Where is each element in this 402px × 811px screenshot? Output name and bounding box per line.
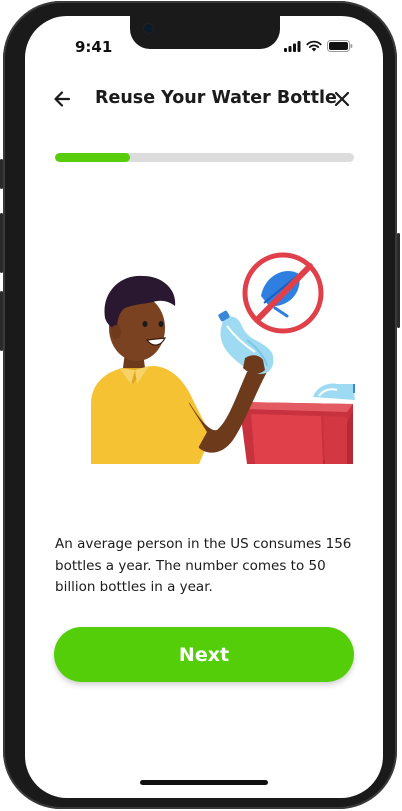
no-leaf-sign (242, 252, 324, 334)
close-button[interactable] (331, 88, 353, 110)
fact-text: An average person in the US consumes 156… (55, 536, 352, 595)
close-icon (334, 91, 350, 107)
side-button-mute (0, 159, 3, 189)
battery-icon (327, 40, 353, 52)
app-screen: 9:41 Reuse Your Water Bottle An average … (25, 16, 383, 798)
status-icons (284, 40, 353, 52)
front-camera (144, 24, 153, 33)
status-time: 9:41 (75, 38, 113, 56)
progress-bar (55, 153, 354, 162)
person (91, 275, 267, 464)
header: Reuse Your Water Bottle (25, 86, 383, 112)
phone-frame: 9:41 Reuse Your Water Bottle An average … (0, 1, 400, 809)
discarded-bottle (313, 383, 355, 400)
back-button[interactable] (51, 88, 75, 110)
progress-fill (55, 153, 130, 162)
page-title: Reuse Your Water Bottle (95, 88, 337, 108)
home-indicator[interactable] (140, 780, 268, 785)
side-button-power (397, 233, 400, 328)
arrow-left-icon (54, 91, 71, 107)
cellular-signal-icon (284, 40, 301, 52)
side-button-volume-up (0, 213, 3, 273)
side-button-volume-down (0, 291, 3, 351)
wifi-icon (306, 40, 322, 52)
next-button[interactable]: Next (54, 627, 354, 682)
notch (130, 16, 280, 49)
recycling-illustration (91, 252, 355, 464)
recycling-bin (239, 402, 353, 464)
